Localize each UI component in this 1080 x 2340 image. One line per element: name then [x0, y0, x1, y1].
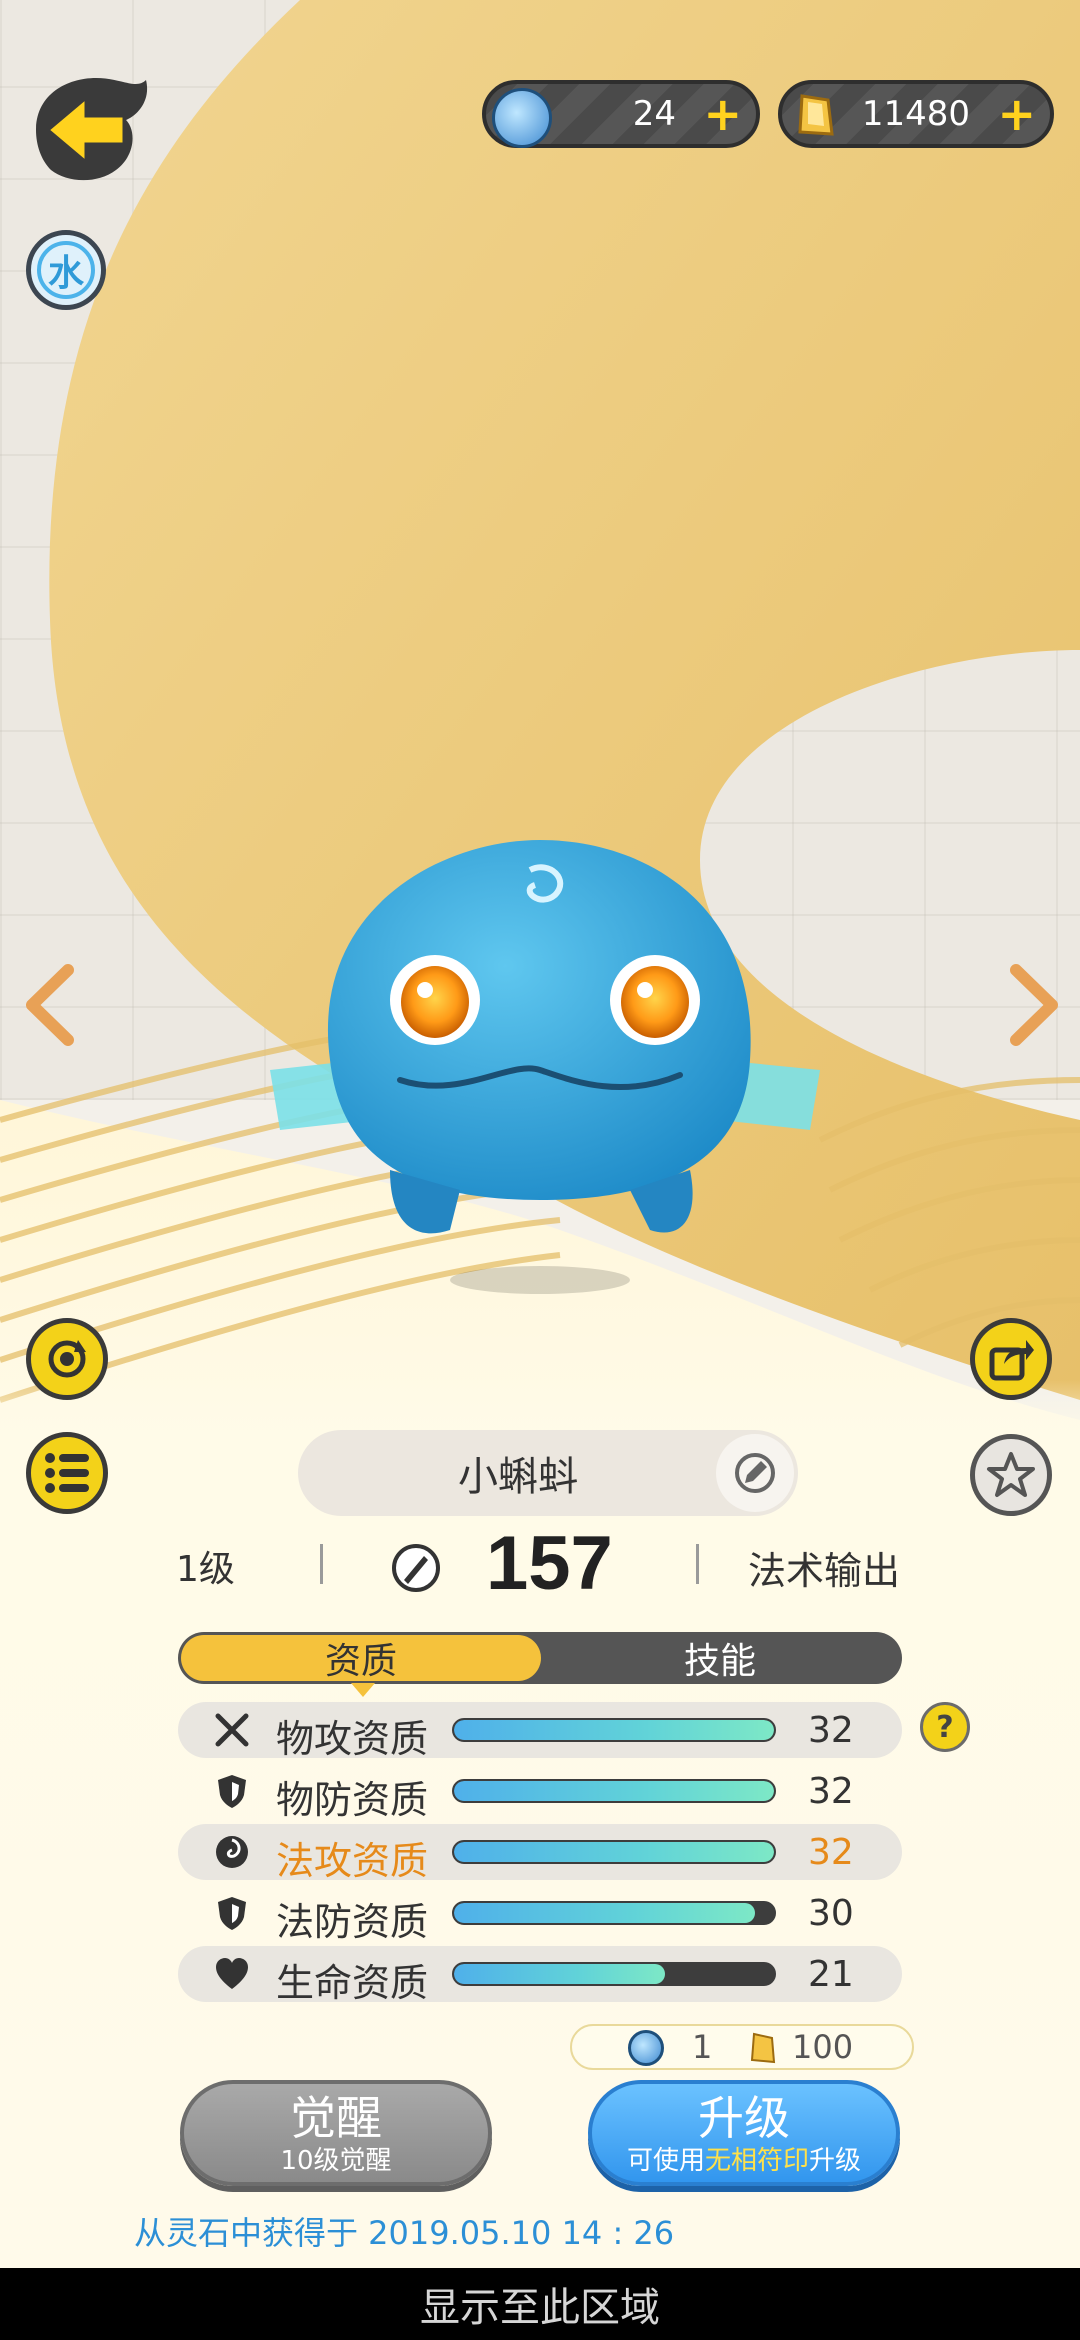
- attr-bar: [452, 1718, 776, 1742]
- upgrade-sub-post: 升级: [809, 2146, 862, 2176]
- list-icon: [45, 1453, 89, 1493]
- pet-name: 小蝌蚪: [458, 1454, 578, 1500]
- attr-value: 30: [808, 1893, 854, 1934]
- attr-value: 21: [808, 1954, 854, 1995]
- cost-coin-value: 100: [792, 2028, 854, 2066]
- menu-list-button[interactable]: [26, 1432, 108, 1514]
- star-icon: [987, 1452, 1035, 1497]
- reset-button[interactable]: [26, 1318, 108, 1400]
- next-pet-arrow-icon[interactable]: [1004, 960, 1064, 1050]
- gem-currency-pill[interactable]: 24 +: [482, 80, 760, 148]
- crystal-coin-icon: [788, 88, 842, 142]
- refresh-icon: [48, 1340, 86, 1378]
- upgrade-cost: 1 100: [570, 2024, 914, 2070]
- detail-tabs: 资质 技能: [178, 1632, 902, 1697]
- cost-gem-value: 1: [692, 2028, 713, 2066]
- bottom-display-bar: 显示至此区域: [0, 2268, 1080, 2340]
- attr-row-magic-attack: 法攻资质 32: [178, 1824, 902, 1883]
- awaken-button[interactable]: 觉醒 10级觉醒: [180, 2080, 492, 2186]
- attr-label: 物攻资质: [276, 1717, 429, 1761]
- awaken-title: 觉醒: [290, 2091, 382, 2145]
- shield-icon: [218, 1775, 246, 1808]
- combat-power-value: 157: [486, 1521, 613, 1606]
- attr-label: 物防资质: [276, 1778, 429, 1822]
- attr-label: 法防资质: [276, 1900, 429, 1944]
- add-gems-button[interactable]: +: [703, 90, 742, 138]
- attr-value: 32: [808, 1710, 854, 1751]
- tab-aptitude[interactable]: 资质: [181, 1635, 541, 1697]
- pet-summary-row: 1级 157 法术输出: [0, 1520, 1080, 1610]
- spirit-orb-icon: [628, 2030, 664, 2066]
- gem-count: 24: [632, 94, 676, 134]
- favorite-button[interactable]: [970, 1434, 1052, 1516]
- upgrade-sub-item: 无相符印: [704, 2146, 809, 2176]
- help-icon[interactable]: ?: [920, 1702, 970, 1752]
- attr-value: 32: [808, 1832, 854, 1873]
- share-button[interactable]: [970, 1318, 1052, 1400]
- attr-row-health: 生命资质 21: [178, 1946, 902, 2005]
- attr-row-magic-defense: 法防资质 30: [178, 1885, 902, 1944]
- back-arrow-icon: [36, 78, 148, 181]
- pencil-icon: [735, 1453, 775, 1493]
- attr-bar: [452, 1901, 776, 1925]
- shield-icon: [218, 1897, 246, 1930]
- add-coins-button[interactable]: +: [997, 90, 1036, 138]
- upgrade-title: 升级: [698, 2091, 790, 2145]
- coin-currency-pill[interactable]: 11480 +: [778, 80, 1054, 148]
- obtain-source-text: 从灵石中获得于 2019.05.10 14 : 26: [134, 2214, 675, 2252]
- attr-value: 32: [808, 1771, 854, 1812]
- attr-bar: [452, 1840, 776, 1864]
- divider: [320, 1544, 323, 1584]
- swirl-icon: [216, 1836, 248, 1868]
- pet-name-bar: 小蝌蚪: [298, 1430, 798, 1516]
- attr-label: 生命资质: [276, 1961, 429, 2005]
- awaken-subtitle: 10级觉醒: [280, 2146, 392, 2176]
- pet-level: 1级: [176, 1549, 235, 1590]
- share-icon: [989, 1340, 1034, 1381]
- attr-bar: [452, 1962, 776, 1986]
- swords-icon: [215, 1713, 249, 1747]
- rename-button[interactable]: [716, 1434, 794, 1512]
- divider: [696, 1544, 699, 1584]
- crystal-coin-icon: [750, 2032, 776, 2064]
- water-element-badge: 水: [26, 230, 106, 310]
- attr-label: 法攻资质: [276, 1839, 429, 1883]
- pet-role: 法术输出: [748, 1549, 901, 1593]
- attr-row-physical-defense: 物防资质 32: [178, 1763, 902, 1822]
- display-area-label: 显示至此区域: [420, 2285, 660, 2331]
- tab-skills[interactable]: 技能: [538, 1632, 902, 1684]
- back-button[interactable]: [26, 70, 156, 188]
- coin-count: 11480: [861, 94, 970, 134]
- spirit-orb-icon: [492, 88, 552, 148]
- heart-icon: [216, 1958, 248, 1989]
- pet-tadpole-model[interactable]: [250, 830, 840, 1300]
- attr-row-physical-attack: 物攻资质 32: [178, 1702, 902, 1761]
- element-label: 水: [47, 253, 84, 294]
- upgrade-sub-pre: 可使用: [626, 2146, 705, 2176]
- attr-bar: [452, 1779, 776, 1803]
- combat-power-icon: [392, 1544, 440, 1592]
- upgrade-subtitle: 可使用无相符印升级: [592, 2146, 896, 2176]
- upgrade-button[interactable]: 升级 可使用无相符印升级: [588, 2080, 900, 2186]
- previous-pet-arrow-icon[interactable]: [20, 960, 80, 1050]
